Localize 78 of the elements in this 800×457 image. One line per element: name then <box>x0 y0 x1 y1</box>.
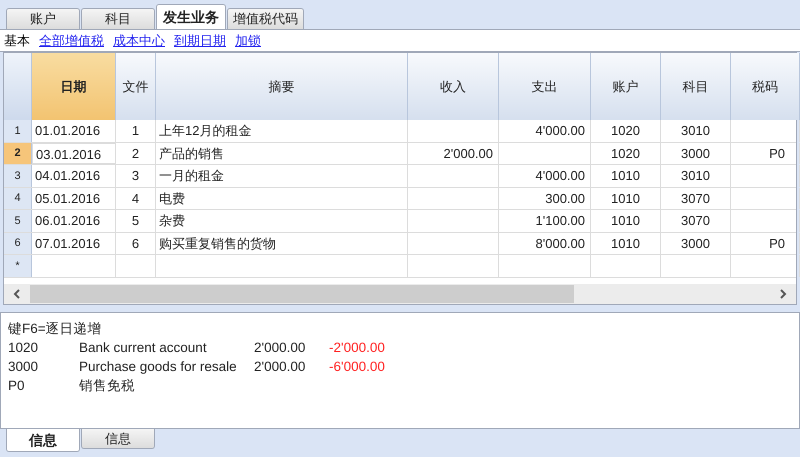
info-code: 3000 <box>8 358 40 376</box>
table-cell: 产品的销售 <box>156 142 408 164</box>
table-cell: 6 <box>116 232 156 254</box>
table-cell: 1010 <box>591 188 661 209</box>
table-cell: 电费 <box>156 188 408 209</box>
view-link[interactable]: 全部增值税 <box>39 30 104 50</box>
table-cell: 3070 <box>661 210 731 232</box>
table-cell: 1010 <box>591 165 661 186</box>
table-cell: 一月的租金 <box>156 165 408 186</box>
table-cell: P0 <box>731 142 800 164</box>
row-header[interactable]: * <box>4 255 32 276</box>
tab[interactable]: 发生业务 <box>156 4 226 29</box>
column-header[interactable]: 收入 <box>408 53 499 120</box>
row-header[interactable]: 3 <box>4 165 32 186</box>
scrollbar-thumb[interactable] <box>30 285 574 303</box>
table-cell: 03.01.2016 <box>32 142 116 164</box>
row-header[interactable]: 2 <box>4 142 32 164</box>
info-code: 1020 <box>8 339 40 357</box>
table-cell: 2 <box>116 142 156 164</box>
info-hint: 键F6=逐日递增 <box>8 320 103 338</box>
table-cell: 3070 <box>661 188 731 209</box>
table-cell: 300.00 <box>499 188 591 209</box>
table-cell: 2'000.00 <box>408 142 499 164</box>
table-cell: 3000 <box>661 232 731 254</box>
view-link[interactable]: 成本中心 <box>113 30 165 50</box>
table-cell: 1020 <box>591 120 661 142</box>
table-cell: 4 <box>116 188 156 209</box>
table-cell: 杂费 <box>156 210 408 232</box>
table-cell: 3000 <box>661 142 731 164</box>
tab[interactable]: 增值税代码 <box>227 8 304 29</box>
table-cell: 04.01.2016 <box>32 165 116 186</box>
info-description: 销售免税 <box>79 377 136 395</box>
row-header[interactable]: 5 <box>4 210 32 232</box>
table-cell: 1020 <box>591 142 661 164</box>
table-cell: 1010 <box>591 210 661 232</box>
table-cell: 上年12月的租金 <box>156 120 408 142</box>
table-cell: 01.01.2016 <box>32 120 116 142</box>
info-amount: 2'000.00 <box>254 339 306 357</box>
column-header[interactable]: 支出 <box>499 53 591 120</box>
table-cell: 06.01.2016 <box>32 210 116 232</box>
column-header[interactable]: 科目 <box>661 53 731 120</box>
column-header[interactable]: 账户 <box>591 53 661 120</box>
table-cell: 4'000.00 <box>499 120 591 142</box>
column-header[interactable]: 摘要 <box>156 53 408 120</box>
table-cell: 5 <box>116 210 156 232</box>
table-cell: 8'000.00 <box>499 232 591 254</box>
table-cell: 4'000.00 <box>499 165 591 186</box>
view-link[interactable]: 加锁 <box>235 30 261 50</box>
table-cell: 3010 <box>661 120 731 142</box>
info-code: P0 <box>8 377 26 395</box>
row-header[interactable]: 6 <box>4 232 32 254</box>
tab[interactable]: 信息 <box>6 429 80 452</box>
table-cell: 3010 <box>661 165 731 186</box>
tab[interactable]: 信息 <box>81 429 155 449</box>
info-balance: -6'000.00 <box>329 358 385 376</box>
table-cell: P0 <box>731 232 800 254</box>
row-header[interactable]: 4 <box>4 188 32 209</box>
view-link[interactable]: 到期日期 <box>174 30 226 50</box>
info-description: Bank current account <box>79 339 208 357</box>
tab[interactable]: 科目 <box>81 8 155 29</box>
info-balance: -2'000.00 <box>329 339 385 357</box>
tab[interactable]: 账户 <box>6 8 80 29</box>
view-link[interactable]: 基本 <box>4 30 30 50</box>
corner-cell <box>4 53 32 120</box>
horizontal-scrollbar[interactable] <box>4 284 796 304</box>
table-cell: 1'100.00 <box>499 210 591 232</box>
column-header[interactable]: 税码 <box>731 53 800 120</box>
info-amount: 2'000.00 <box>254 358 306 376</box>
table-cell: 1 <box>116 120 156 142</box>
table-cell: 购买重复销售的货物 <box>156 232 408 254</box>
column-header[interactable]: 文件 <box>116 53 156 120</box>
table-cell: 05.01.2016 <box>32 188 116 209</box>
row-header[interactable]: 1 <box>4 120 32 142</box>
table-cell: 1010 <box>591 232 661 254</box>
table-cell: 07.01.2016 <box>32 232 116 254</box>
table-cell: 3 <box>116 165 156 186</box>
column-header[interactable]: 日期 <box>32 53 116 120</box>
info-description: Purchase goods for resale <box>79 358 238 376</box>
